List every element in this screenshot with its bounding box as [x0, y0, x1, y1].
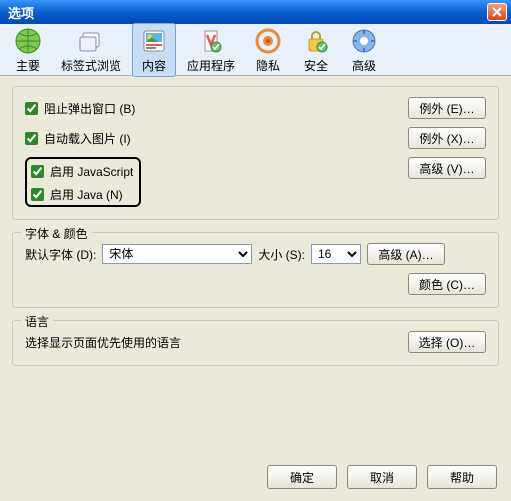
ok-button[interactable]: 确定 [267, 465, 337, 489]
font-advanced-button[interactable]: 高级 (A)… [367, 243, 445, 265]
toolbar-item-security[interactable]: 安全 [294, 23, 338, 77]
toolbar-item-apps[interactable]: 应用程序 [180, 23, 242, 77]
block-popup-checkbox[interactable] [25, 102, 38, 115]
toolbar-item-content[interactable]: 内容 [132, 23, 176, 77]
title-bar: 选项 [0, 0, 511, 24]
toolbar-label: 标签式浏览 [61, 57, 121, 74]
language-description: 选择显示页面优先使用的语言 [25, 334, 408, 351]
window-title: 选项 [4, 3, 487, 22]
apps-icon [196, 26, 226, 56]
lock-icon [301, 26, 331, 56]
font-family-select[interactable]: 宋体 [102, 244, 252, 264]
enable-javascript-label: 启用 JavaScript [50, 163, 133, 180]
language-choose-button[interactable]: 选择 (O)… [408, 331, 486, 353]
close-button[interactable] [487, 3, 507, 21]
font-color-group: 字体 & 颜色 默认字体 (D): 宋体 大小 (S): 16 高级 (A)… … [12, 232, 499, 308]
cancel-button[interactable]: 取消 [347, 465, 417, 489]
enable-javascript-checkbox[interactable] [31, 165, 44, 178]
general-group: 阻止弹出窗口 (B) 例外 (E)… 自动载入图片 (I) 例外 (X)… 启用… [12, 86, 499, 220]
close-icon [492, 7, 502, 17]
font-size-label: 大小 (S): [258, 246, 305, 263]
default-font-label: 默认字体 (D): [25, 246, 96, 263]
toolbar-label: 主要 [16, 57, 40, 74]
colors-button[interactable]: 颜色 (C)… [408, 273, 486, 295]
toolbar-label: 安全 [304, 57, 328, 74]
tabs-icon [76, 26, 106, 56]
auto-load-images-label: 自动载入图片 (I) [44, 130, 131, 147]
help-button[interactable]: 帮助 [427, 465, 497, 489]
toolbar-item-tabs[interactable]: 标签式浏览 [54, 23, 128, 77]
dialog-footer: 确定 取消 帮助 [267, 465, 497, 489]
font-size-select[interactable]: 16 [311, 244, 361, 264]
toolbar-label: 高级 [352, 57, 376, 74]
toolbar-item-main[interactable]: 主要 [6, 23, 50, 77]
language-group: 语言 选择显示页面优先使用的语言 选择 (O)… [12, 320, 499, 366]
language-group-title: 语言 [21, 313, 53, 330]
javascript-advanced-button[interactable]: 高级 (V)… [408, 157, 486, 179]
toolbar-label: 应用程序 [187, 57, 235, 74]
toolbar-item-privacy[interactable]: 隐私 [246, 23, 290, 77]
content-icon [139, 26, 169, 56]
font-group-title: 字体 & 颜色 [21, 225, 92, 242]
gear-icon [349, 26, 379, 56]
popup-exceptions-button[interactable]: 例外 (E)… [408, 97, 486, 119]
privacy-icon [253, 26, 283, 56]
enable-java-label: 启用 Java (N) [50, 186, 123, 203]
auto-load-images-checkbox[interactable] [25, 132, 38, 145]
content-panel: 阻止弹出窗口 (B) 例外 (E)… 自动载入图片 (I) 例外 (X)… 启用… [0, 76, 511, 388]
enable-java-checkbox[interactable] [31, 188, 44, 201]
toolbar-item-advanced[interactable]: 高级 [342, 23, 386, 77]
toolbar-label: 内容 [142, 57, 166, 74]
category-toolbar: 主要 标签式浏览 内容 应用程序 隐私 安全 高级 [0, 24, 511, 76]
block-popup-label: 阻止弹出窗口 (B) [44, 100, 135, 117]
highlight-annotation: 启用 JavaScript 启用 Java (N) [25, 157, 141, 207]
image-exceptions-button[interactable]: 例外 (X)… [408, 127, 486, 149]
toolbar-label: 隐私 [256, 57, 280, 74]
globe-icon [13, 26, 43, 56]
